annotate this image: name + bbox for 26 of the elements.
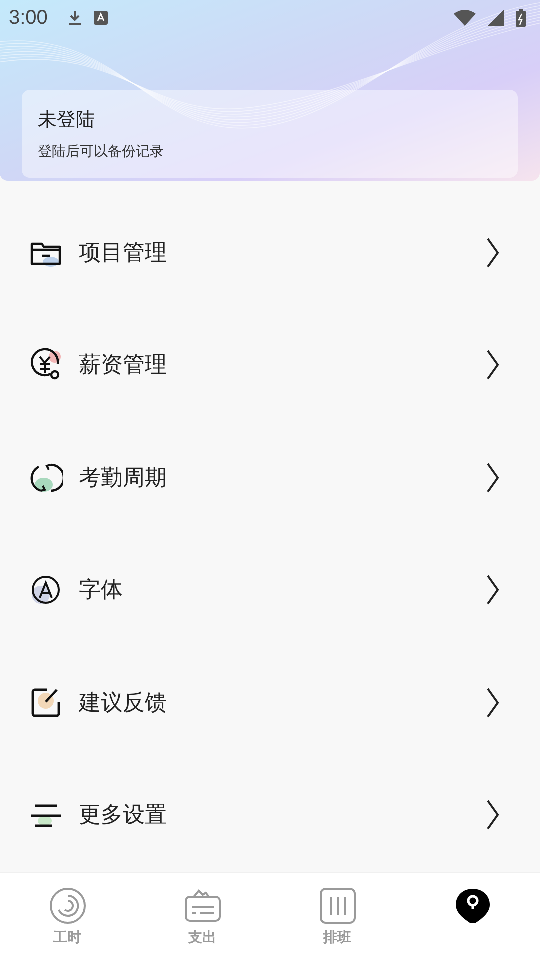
status-time: 3:00	[9, 6, 48, 30]
chevron-right-icon	[486, 688, 500, 718]
keyboard-icon	[94, 11, 108, 25]
chevron-right-icon	[486, 238, 500, 268]
signal-icon	[488, 10, 504, 26]
chevron-right-icon	[486, 575, 500, 606]
download-icon	[68, 10, 82, 26]
menu-item[interactable]: 字体	[0, 534, 540, 647]
menu-item[interactable]: 项目管理	[0, 196, 540, 310]
battery-icon	[516, 9, 526, 27]
wifi-icon	[454, 10, 476, 26]
chevron-right-icon	[486, 462, 500, 493]
login-card[interactable]: 未登陆 登陆后可以备份记录	[22, 90, 518, 178]
chevron-right-icon	[486, 350, 500, 380]
menu-item[interactable]: 考勤周期	[0, 422, 540, 534]
login-title: 未登陆	[38, 108, 96, 133]
yen-coin-icon	[29, 348, 63, 382]
login-hint: 登陆后可以备份记录	[38, 143, 165, 161]
spiral-icon	[48, 886, 86, 925]
menu-item[interactable]: 更多设置	[0, 759, 540, 872]
chevron-right-icon	[486, 800, 500, 830]
menu-item[interactable]: 建议反馈	[0, 646, 540, 760]
location-pin-icon	[454, 886, 492, 925]
columns-icon	[318, 886, 356, 925]
menu-item[interactable]: 薪资管理	[0, 309, 540, 422]
wallet-icon	[184, 886, 222, 925]
